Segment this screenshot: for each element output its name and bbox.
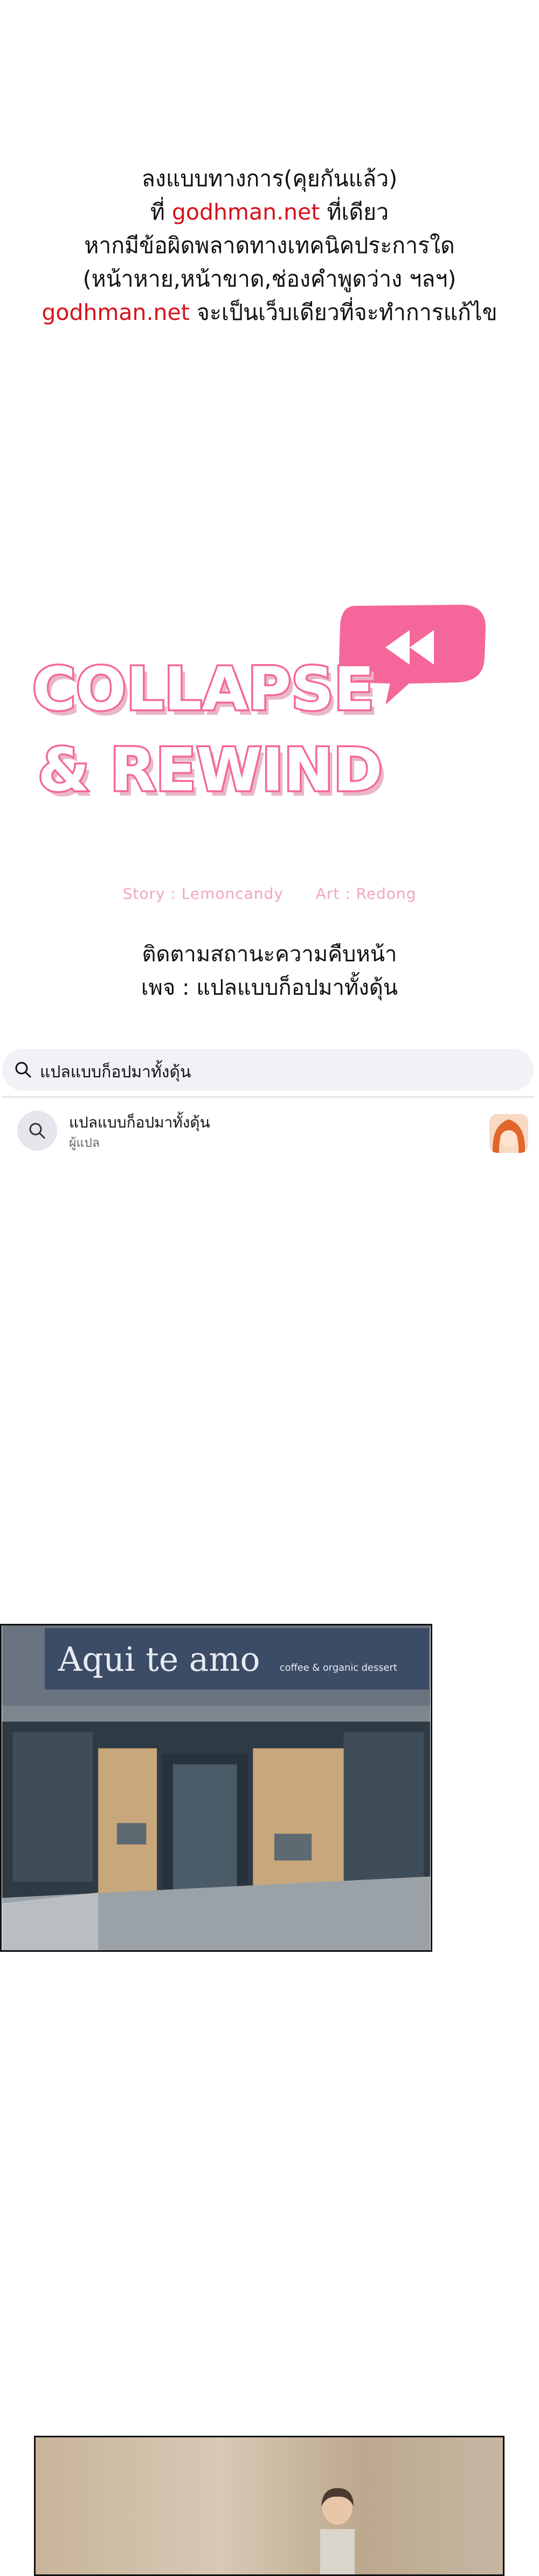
notice-line-2-suffix: ที่เดียว [320, 199, 389, 225]
notice-line-4: (หน้าหาย,หน้าขาด,ช่องคำพูดว่าง ฯลฯ) [82, 266, 457, 292]
notice-line-2: ที่ godhman.net ที่เดียว [0, 195, 539, 229]
story-credit: Story : Lemoncandy [122, 885, 284, 903]
follow-line-2: เพจ : แปลแบบก็อปมาทั้งดุ้น [141, 975, 398, 1000]
search-result-item[interactable]: แปลแบบก็อปมาทั้งดุ้น ผู้แปล [2, 1096, 534, 1166]
comic-panel-cafe: Aqui te amo coffee & organic dessert [0, 1624, 432, 1952]
notice-line-3: หากมีข้อผิดพลาดทางเทคนิคประการใด [84, 233, 455, 258]
search-bar[interactable]: แปลแบบก็อปมาทั้งดุ้น [2, 1049, 534, 1091]
search-icon [15, 1062, 32, 1078]
notice-block: ลงแบบทางการ(คุยกันแล้ว) ที่ godhman.net … [0, 162, 539, 329]
cafe-sign-main: Aqui te amo [58, 1641, 260, 1679]
logo-line-2: & REWIND [38, 735, 383, 804]
room-wall [36, 2437, 503, 2574]
notice-line-5-suffix: จะเป็นเว็บเดียวที่จะทำการแก้ไข [189, 299, 497, 325]
follow-block: ติดตามสถานะความคืบหน้า เพจ : แปลแบบก็อปม… [0, 938, 539, 1005]
notice-line-5: godhman.net จะเป็นเว็บเดียวที่จะทำการแก้… [0, 296, 539, 329]
search-input[interactable]: แปลแบบก็อปมาทั้งดุ้น [40, 1060, 191, 1085]
search-icon [29, 1123, 46, 1139]
comic-panel-room [34, 2436, 505, 2576]
site-link[interactable]: godhman.net [172, 199, 320, 225]
site-link[interactable]: godhman.net [42, 299, 190, 325]
follow-line-1: ติดตามสถานะความคืบหน้า [142, 942, 397, 967]
title-logo: COLLAPSE COLLAPSE & REWIND & REWIND [32, 601, 489, 810]
notice-line-1: ลงแบบทางการ(คุยกันแล้ว) [141, 166, 398, 192]
logo-line-1: COLLAPSE [32, 654, 375, 723]
character-figure [320, 2488, 355, 2574]
notice-line-2-prefix: ที่ [150, 199, 172, 225]
result-icon-circle [17, 1111, 57, 1151]
result-name: แปลแบบก็อปมาทั้งดุ้น [69, 1113, 210, 1131]
credits: Story : Lemoncandy Art : Redong [0, 885, 539, 903]
cafe-sign-sub: coffee & organic dessert [280, 1662, 397, 1673]
result-subtitle: ผู้แปล [69, 1136, 100, 1150]
art-credit: Art : Redong [315, 885, 417, 903]
page-avatar [489, 1114, 528, 1153]
